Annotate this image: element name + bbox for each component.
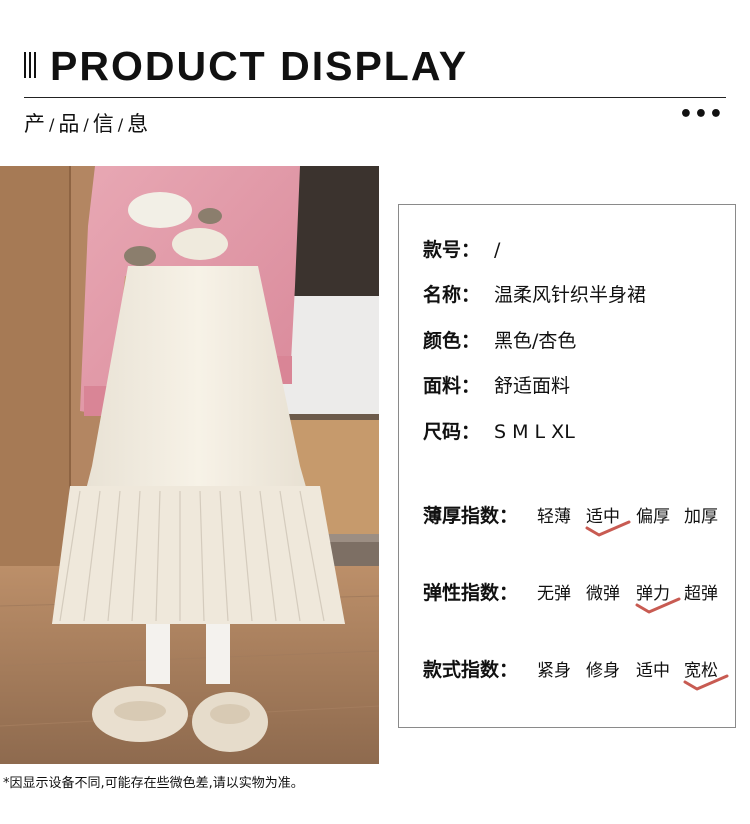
info-label: 面料： bbox=[423, 375, 481, 397]
info-value: 舒适面料 bbox=[494, 375, 571, 397]
info-value: S M L XL bbox=[494, 421, 575, 443]
index-option: 修身 bbox=[586, 661, 620, 681]
index-label: 款式指数： bbox=[423, 659, 519, 681]
more-dots-icon: ••• bbox=[678, 102, 724, 127]
info-label: 款号： bbox=[423, 239, 481, 261]
index-option: 紧身 bbox=[537, 661, 571, 681]
index-option: 超弹 bbox=[684, 584, 718, 604]
thickness-index-label: 薄厚指数： bbox=[423, 503, 518, 529]
color-disclaimer: *因显示设备不同,可能存在些微色差,请以实物为准。 bbox=[3, 776, 304, 791]
subtitle-char: 息 bbox=[127, 112, 149, 136]
index-label: 薄厚指数： bbox=[423, 505, 519, 527]
product-info-panel: 款号： / 名称： 温柔风针织半身裙 颜色： 黑色/杏色 面料： 舒适面料 尺码： S M… bbox=[398, 204, 736, 728]
index-label: 弹性指数： bbox=[423, 582, 519, 604]
checkmark-icon bbox=[585, 520, 631, 537]
index-option: 加厚 bbox=[684, 507, 718, 527]
section-subtitle: 产 / 品 / 信 / 息 bbox=[24, 110, 148, 139]
model-photo-illustration bbox=[0, 166, 379, 764]
header-divider bbox=[24, 97, 726, 98]
subtitle-separator: / bbox=[117, 115, 124, 134]
checkmark-icon bbox=[635, 597, 681, 614]
subtitle-separator: / bbox=[83, 115, 89, 134]
elasticity-index-label: 弹性指数： bbox=[423, 580, 518, 606]
info-row-size: 尺码： S M L XL bbox=[423, 419, 575, 445]
index-option: 适中 bbox=[636, 661, 670, 681]
page-title: PRODUCT DISPLAY bbox=[50, 43, 469, 89]
model-photo bbox=[0, 166, 379, 764]
style-index-label: 款式指数： bbox=[423, 657, 518, 683]
index-option: 微弹 bbox=[586, 584, 620, 604]
subtitle-separator: / bbox=[49, 115, 55, 134]
subtitle-char: 信 bbox=[92, 112, 114, 136]
index-option: 无弹 bbox=[537, 584, 571, 604]
checkmark-icon bbox=[683, 674, 729, 691]
info-label: 颜色： bbox=[423, 330, 481, 352]
info-value: 黑色/杏色 bbox=[494, 330, 577, 352]
index-option: 轻薄 bbox=[537, 507, 571, 527]
info-label: 尺码： bbox=[423, 421, 481, 443]
info-value: 温柔风针织半身裙 bbox=[494, 284, 647, 306]
info-row-fabric: 面料： 舒适面料 bbox=[423, 373, 570, 399]
info-value: / bbox=[494, 239, 501, 261]
info-row-name: 名称： 温柔风针织半身裙 bbox=[423, 282, 646, 308]
subtitle-char: 产 bbox=[24, 112, 45, 136]
info-row-color: 颜色： 黑色/杏色 bbox=[423, 328, 576, 354]
header-bars-icon bbox=[24, 52, 38, 78]
index-option: 偏厚 bbox=[636, 507, 670, 527]
info-label: 名称： bbox=[423, 284, 481, 306]
subtitle-char: 品 bbox=[58, 112, 80, 136]
info-row-style-no: 款号： / bbox=[423, 237, 500, 263]
